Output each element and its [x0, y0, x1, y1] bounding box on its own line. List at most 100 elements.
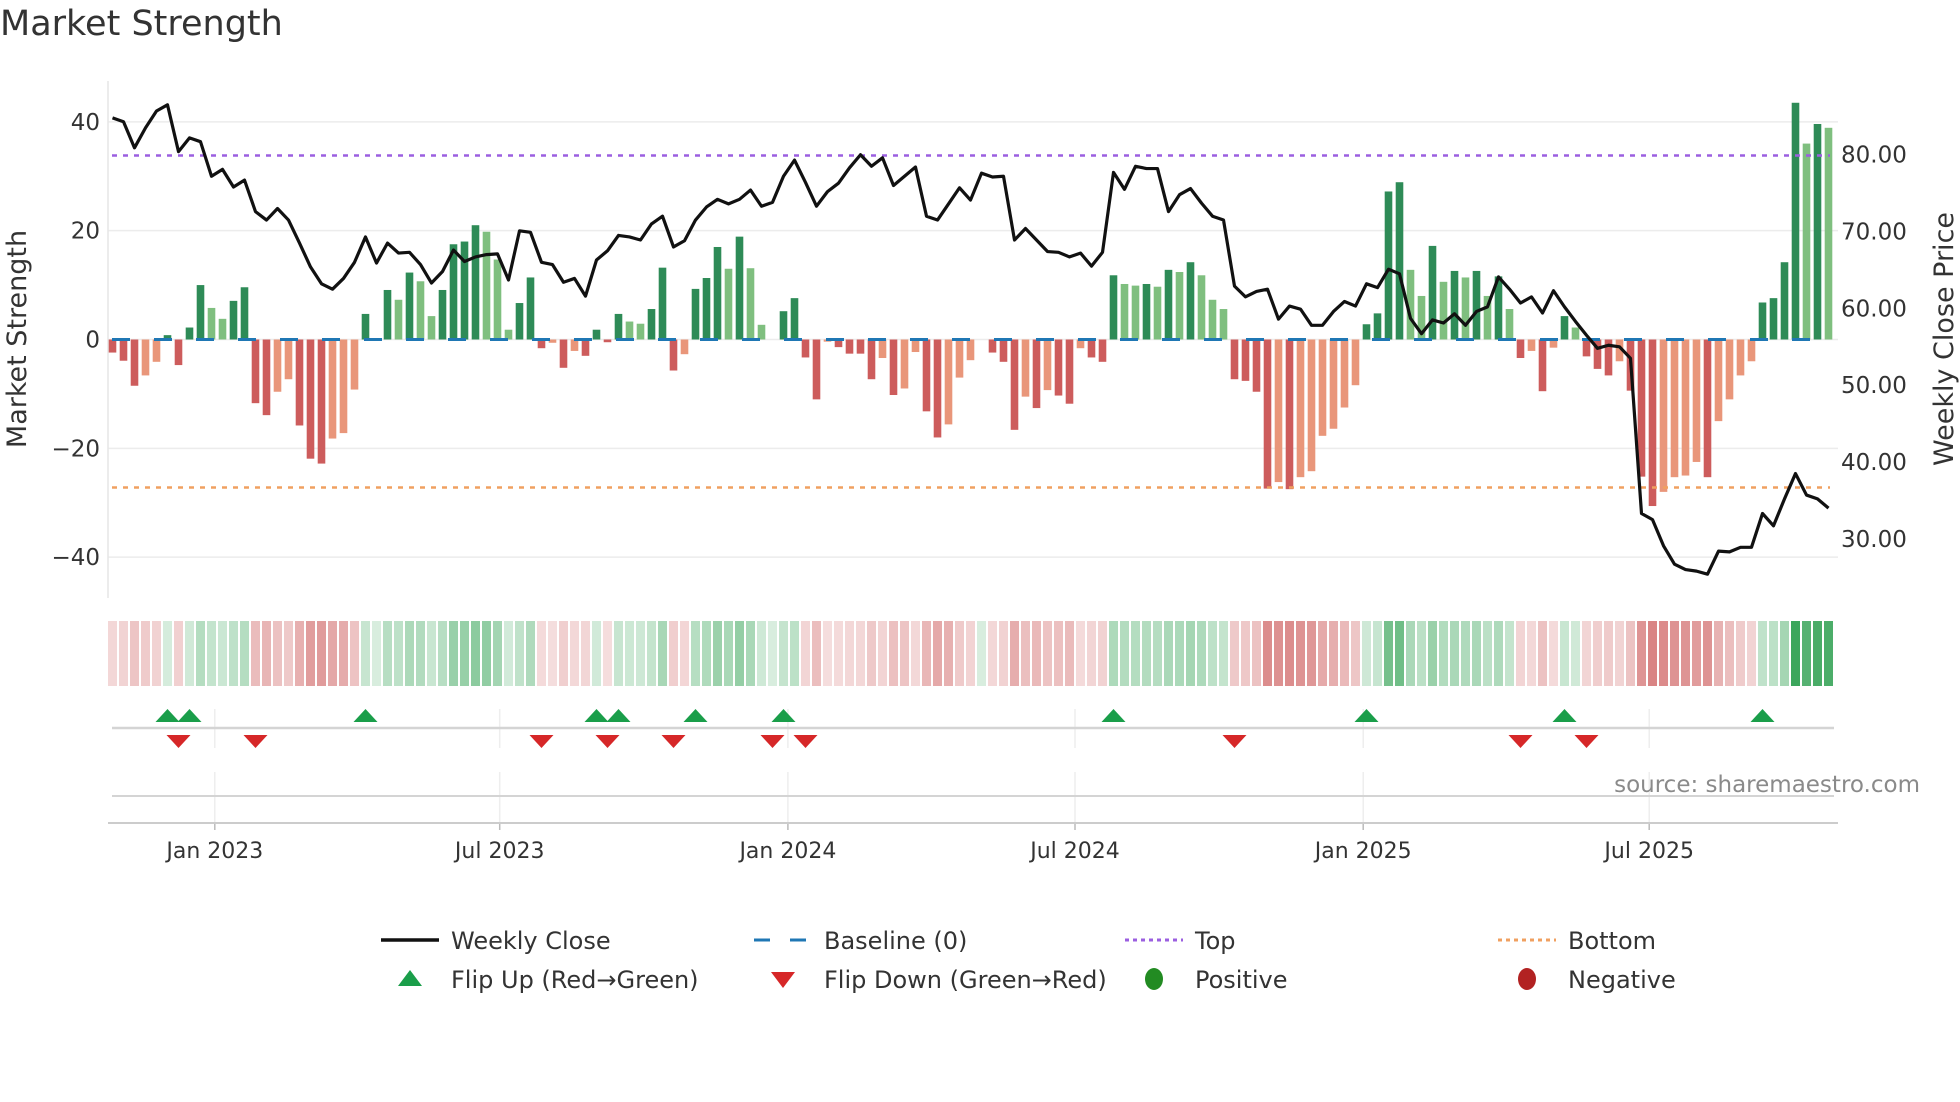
- heat-cell: [449, 621, 458, 686]
- heat-cell: [636, 621, 645, 686]
- heat-cell: [1637, 621, 1646, 686]
- heat-cell: [1153, 621, 1162, 686]
- strength-bar: [1802, 143, 1811, 340]
- heat-cell: [1439, 621, 1448, 686]
- heat-cell: [273, 621, 282, 686]
- heat-cell: [262, 621, 271, 686]
- x-tick-label: Jan 2025: [1313, 839, 1412, 864]
- heat-cell: [801, 621, 810, 686]
- strength-bar: [174, 339, 183, 366]
- heat-cell: [1164, 621, 1173, 686]
- strength-bar: [669, 339, 678, 371]
- strength-bar: [1560, 316, 1569, 340]
- heat-cell: [1824, 621, 1833, 686]
- heat-cell: [405, 621, 414, 686]
- heat-cell: [548, 621, 557, 686]
- flip-up-marker: [353, 709, 378, 722]
- flip-up-marker: [683, 709, 708, 722]
- heat-cell: [669, 621, 678, 686]
- heat-cell: [1736, 621, 1745, 686]
- legend-label: Negative: [1568, 966, 1676, 994]
- strength-bar: [1098, 339, 1107, 362]
- heat-cell: [680, 621, 689, 686]
- heat-cell: [812, 621, 821, 686]
- heat-cell: [1065, 621, 1074, 686]
- heat-cell: [603, 621, 612, 686]
- heat-cell: [493, 621, 502, 686]
- heat-cell: [922, 621, 931, 686]
- strength-bar: [790, 298, 799, 340]
- strength-bar: [1659, 339, 1668, 492]
- strength-bar: [262, 339, 271, 416]
- strength-bar: [1186, 262, 1195, 340]
- heat-cell: [1659, 621, 1668, 686]
- strength-bar: [801, 339, 810, 358]
- flip-down-marker: [243, 735, 268, 748]
- heat-cell: [1230, 621, 1239, 686]
- strength-bar: [196, 285, 205, 340]
- strength-bar: [944, 339, 953, 425]
- legend-item-flip_up: Flip Up (Red→Green): [398, 966, 699, 994]
- strength-bar: [1736, 339, 1745, 376]
- heat-cell: [625, 621, 634, 686]
- strength-bar: [1769, 298, 1778, 340]
- strength-bar: [1043, 339, 1052, 391]
- strength-bar: [471, 225, 480, 340]
- flip-up-marker: [771, 709, 796, 722]
- strength-bar: [438, 289, 447, 340]
- strength-bar: [185, 327, 194, 340]
- heat-cell: [196, 621, 205, 686]
- legend-item-positive: Positive: [1145, 966, 1288, 994]
- heat-cell: [471, 621, 480, 686]
- strength-bar: [328, 339, 337, 439]
- heat-cell: [1626, 621, 1635, 686]
- heat-cell: [1296, 621, 1305, 686]
- source-label: source: sharemaestro.com: [1614, 772, 1920, 798]
- heat-cell: [460, 621, 469, 686]
- strength-bar: [1120, 283, 1129, 340]
- x-tick-label: Jul 2023: [453, 839, 545, 864]
- strength-bar: [999, 339, 1008, 362]
- heat-cell: [1813, 621, 1822, 686]
- heat-cell: [1549, 621, 1558, 686]
- heat-cell: [1681, 621, 1690, 686]
- heat-cell: [999, 621, 1008, 686]
- strength-bar: [394, 299, 403, 340]
- strength-bar: [1527, 339, 1536, 351]
- heat-cell: [856, 621, 865, 686]
- heat-cell: [504, 621, 513, 686]
- heat-cell: [1098, 621, 1107, 686]
- heat-cell: [1010, 621, 1019, 686]
- strength-bar: [405, 272, 414, 340]
- heat-cell: [1076, 621, 1085, 686]
- strength-bar: [1285, 339, 1294, 490]
- flip-up-marker: [155, 709, 180, 722]
- strength-bar: [1164, 269, 1173, 340]
- strength-bar: [1384, 191, 1393, 340]
- strength-bar: [922, 339, 931, 412]
- y-tick-label: 20: [71, 219, 100, 245]
- strength-bar: [1714, 339, 1723, 422]
- strength-bar: [1032, 339, 1041, 409]
- strength-bar: [361, 313, 370, 340]
- strength-bar: [493, 259, 502, 340]
- strength-bar: [306, 339, 315, 459]
- heat-cell: [911, 621, 920, 686]
- legend-positive-icon: [1145, 968, 1163, 990]
- legend-label: Bottom: [1568, 927, 1656, 955]
- strength-bar: [229, 300, 238, 340]
- heat-cell: [1395, 621, 1404, 686]
- heat-cell: [955, 621, 964, 686]
- heat-cell: [889, 621, 898, 686]
- heat-cell: [1208, 621, 1217, 686]
- x-tick-label: Jan 2023: [164, 839, 263, 864]
- strength-bar: [526, 277, 535, 340]
- heat-cell: [691, 621, 700, 686]
- y-tick-label: 0: [85, 328, 100, 354]
- heat-cell: [372, 621, 381, 686]
- heat-cell: [1758, 621, 1767, 686]
- strength-bar: [724, 268, 733, 340]
- strength-bar: [1747, 339, 1756, 362]
- heat-cell: [581, 621, 590, 686]
- heat-cell: [1417, 621, 1426, 686]
